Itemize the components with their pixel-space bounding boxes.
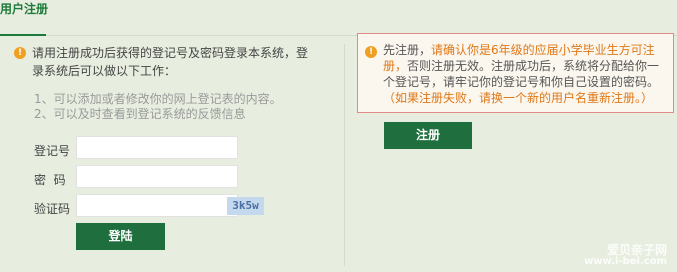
tab-active-indicator xyxy=(0,34,46,36)
registration-page: 用户注册 ! 请用注册成功后获得的登记号及密码登录本系统，登录系统后可以做以下工… xyxy=(0,0,677,272)
captcha-input[interactable] xyxy=(76,194,238,217)
warning-icon: ! xyxy=(365,46,377,58)
tab-user-registration[interactable]: 用户注册 xyxy=(0,2,50,17)
warning-icon: ! xyxy=(14,47,26,59)
feature-item: 1、可以添加或者修改你的网上登记表的内容。 xyxy=(34,92,282,106)
site-watermark: 爱贝亲子网 www.i-bei.com xyxy=(584,244,667,268)
captcha-image[interactable]: 3k5w xyxy=(227,197,264,215)
reg-number-label: 登记号 xyxy=(34,144,71,158)
register-notice-highlight2: （如果注册失败，请换一个新的用户名重新注册。） xyxy=(383,91,654,105)
watermark-line2: www.i-bei.com xyxy=(584,256,667,267)
password-label: 密 码 xyxy=(34,173,66,187)
register-notice: ! 先注册，请确认你是6年级的应届小学毕业生方可注册，否则注册无效。注册成功后，… xyxy=(357,33,674,113)
login-button[interactable]: 登陆 xyxy=(76,223,165,250)
column-divider xyxy=(344,44,345,266)
register-notice-text: 先注册，请确认你是6年级的应届小学毕业生方可注册，否则注册无效。注册成功后，系统… xyxy=(383,42,670,106)
login-notice-text: 请用注册成功后获得的登记号及密码登录本系统，登录系统后可以做以下工作： xyxy=(32,46,309,78)
feature-item: 2、可以及时查看到登记系统的反馈信息 xyxy=(34,107,246,121)
watermark-line1: 爱贝亲子网 xyxy=(606,243,667,257)
register-notice-part2: 否则注册无效。注册成功后，系统将分配给你一个登记号，请牢记你的登记号和你自己设置… xyxy=(383,59,660,89)
reg-number-input[interactable] xyxy=(76,136,238,159)
captcha-label: 验证码 xyxy=(34,202,71,216)
password-input[interactable] xyxy=(76,165,238,188)
feature-list: 1、可以添加或者修改你的网上登记表的内容。 2、可以及时查看到登记系统的反馈信息 xyxy=(34,92,314,122)
register-button[interactable]: 注册 xyxy=(384,122,472,149)
register-notice-part1: 先注册， xyxy=(383,43,432,57)
